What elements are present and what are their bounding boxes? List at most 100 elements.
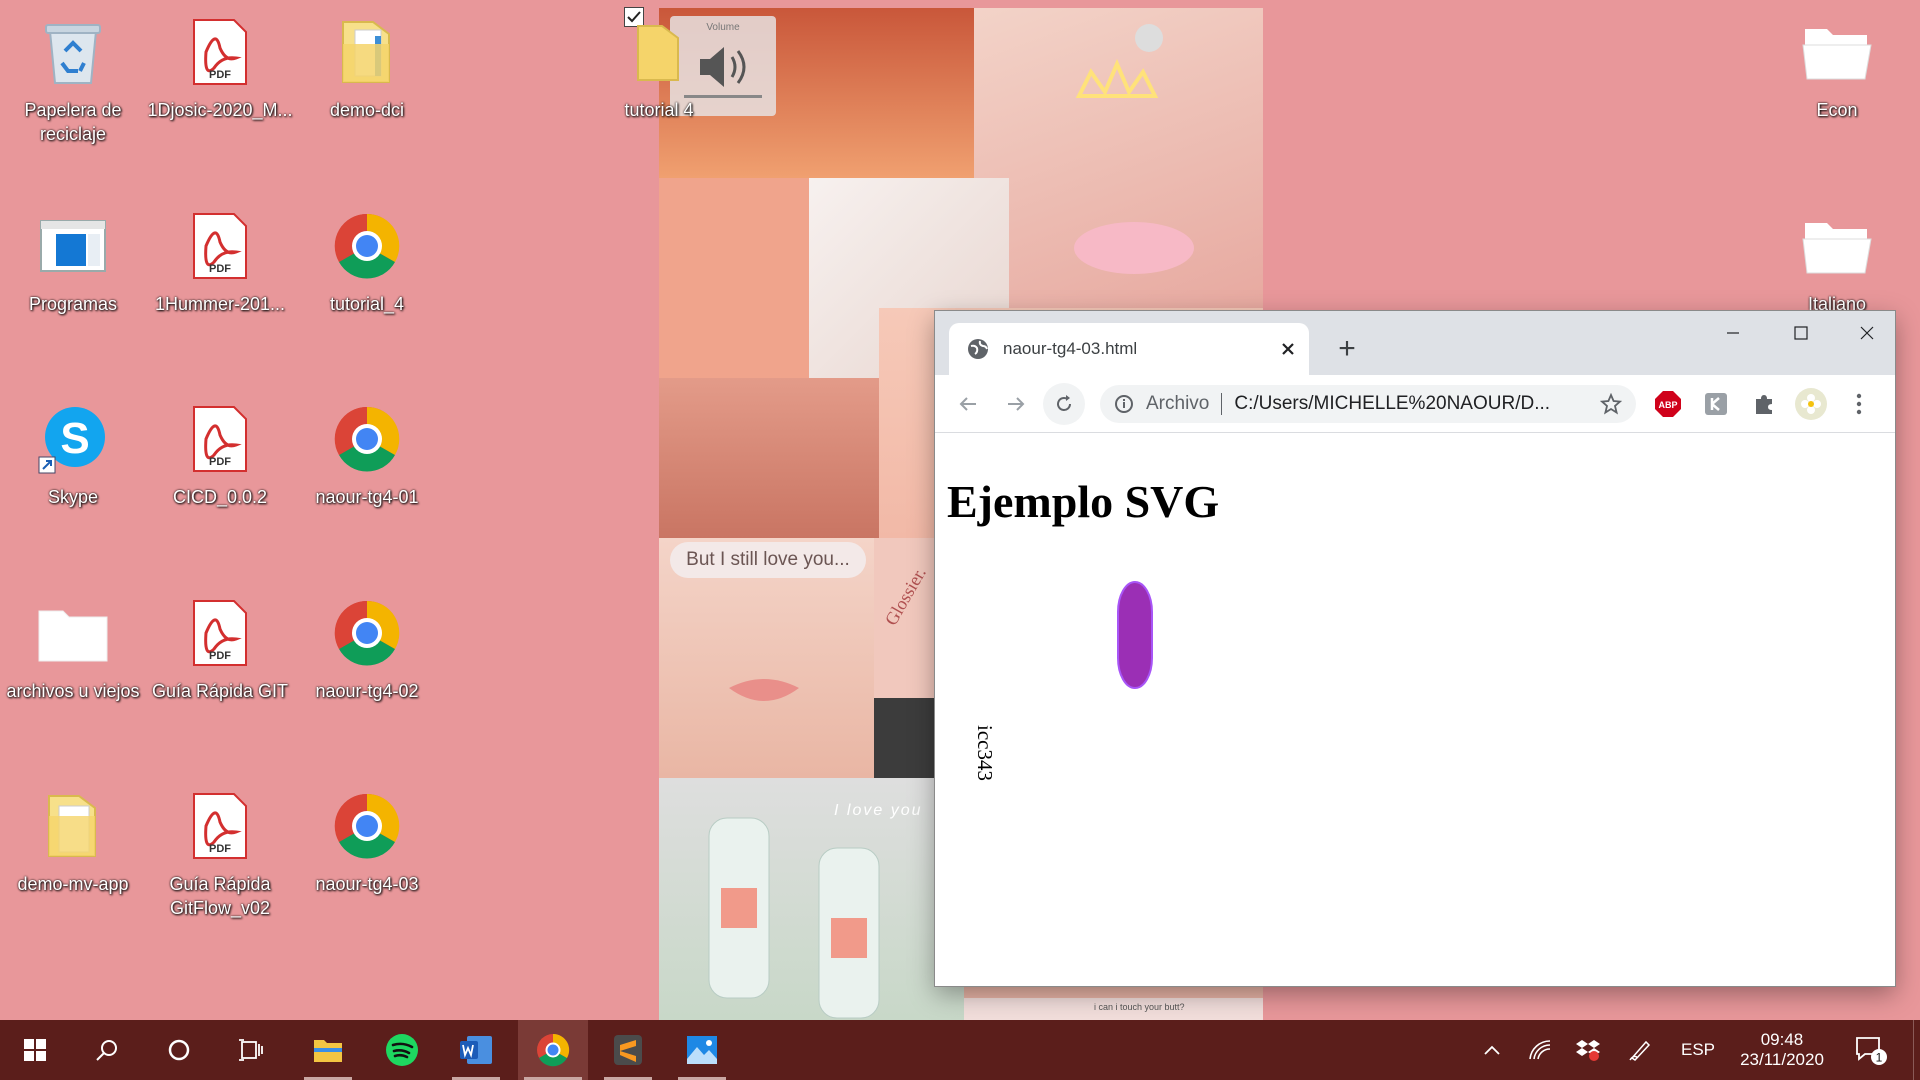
desktop-icon-label: Guía Rápida GitFlow_v02 (169, 874, 271, 918)
pen-icon (1629, 1040, 1651, 1061)
desktop-icon-label: tutorial 4 (624, 100, 694, 120)
cortana-button[interactable] (144, 1020, 214, 1080)
star-icon[interactable] (1600, 393, 1622, 415)
desktop-icon-label: 1Hummer-201... (154, 294, 286, 314)
taskbar: ESP 09:48 23/11/2020 1 (0, 1020, 1920, 1080)
wallpaper-note-text: i can i touch your butt? (1094, 1002, 1185, 1012)
wallpaper-photo-text: I love you (834, 802, 923, 819)
search-button[interactable] (72, 1020, 142, 1080)
desktop-icon-label: Guía Rápida GIT (151, 681, 289, 701)
info-icon[interactable] (1114, 394, 1134, 414)
puzzle-icon (1756, 395, 1772, 414)
desktop-icon-tutorial-4-chrome[interactable]: tutorial_4 (292, 200, 442, 370)
address-bar[interactable]: Archivo C:/Users/MICHELLE%20NAOUR/D... (1100, 385, 1636, 423)
action-center-button[interactable]: 1 (1846, 1020, 1896, 1080)
desktop-icon-label: tutorial_4 (329, 294, 405, 314)
extension-button[interactable] (1702, 390, 1730, 418)
chevron-up-icon (1484, 1045, 1500, 1055)
tab-title: naour-tg4-03.html (1003, 339, 1138, 358)
svg-text:S: S (60, 414, 89, 463)
sublime-button[interactable] (598, 1020, 658, 1080)
dropbox-icon (1576, 1040, 1600, 1061)
desktop-icon-label: naour-tg4-01 (315, 487, 419, 507)
desktop-icon-recycle-bin[interactable]: Papelera de reciclaje (0, 6, 148, 176)
chrome-icon (327, 786, 407, 866)
word-button[interactable] (446, 1020, 506, 1080)
desktop-icon-tutorial-4-folder[interactable]: tutorial 4 (584, 6, 734, 176)
dropbox-tray-button[interactable] (1568, 1020, 1608, 1080)
wallpaper-room-tile (974, 8, 1263, 308)
photos-icon (687, 1036, 717, 1064)
desktop-icon-demo-mv-app[interactable]: demo-mv-app (0, 780, 148, 950)
folder-icon (619, 12, 699, 92)
photos-button[interactable] (672, 1020, 732, 1080)
file-explorer-button[interactable] (298, 1020, 358, 1080)
notification-count: 1 (1876, 1051, 1883, 1065)
close-window-button[interactable] (1839, 311, 1895, 355)
chrome-taskbar-button[interactable] (518, 1020, 588, 1080)
reload-icon (1057, 395, 1071, 411)
new-tab-button[interactable]: + (1327, 329, 1367, 369)
extensions-button[interactable] (1750, 390, 1778, 418)
desktop-icon-pdf-gitflow[interactable]: PDF Guía Rápida GitFlow_v02 (145, 780, 295, 950)
address-url: C:/Users/MICHELLE%20NAOUR/D... (1234, 393, 1551, 414)
crown-icon (1074, 24, 1194, 274)
desktop-icon-pdf-guia-git[interactable]: PDF Guía Rápida GIT (145, 587, 295, 757)
desktop-icon-pdf-hummer[interactable]: PDF 1Hummer-201... (145, 200, 295, 370)
back-button[interactable] (949, 385, 987, 423)
desktop-icon-naour-tg4-03[interactable]: naour-tg4-03 (292, 780, 442, 950)
rotated-svg-text: icc343 (973, 725, 997, 781)
pdf-icon: PDF (180, 593, 260, 673)
profile-avatar[interactable] (1795, 388, 1827, 420)
minimize-icon (1727, 332, 1739, 334)
maximize-button[interactable] (1773, 311, 1829, 355)
close-tab-icon[interactable] (1281, 342, 1295, 356)
desktop-icon-demo-dci[interactable]: demo-dci (292, 6, 442, 176)
desktop-icon-naour-tg4-02[interactable]: naour-tg4-02 (292, 587, 442, 757)
windows-icon (24, 1039, 46, 1061)
language-indicator[interactable]: ESP (1668, 1020, 1728, 1080)
chrome-icon (327, 399, 407, 479)
desktop-icon-archivos[interactable]: archivos u viejos (0, 587, 148, 757)
start-button[interactable] (0, 1020, 70, 1080)
spotify-button[interactable] (372, 1020, 432, 1080)
adblock-plus-button[interactable]: ABP (1654, 390, 1682, 418)
svg-text:PDF: PDF (209, 263, 231, 275)
desktop-icon-label: Skype (47, 487, 99, 507)
desktop-icon-label: archivos u viejos (6, 681, 140, 701)
show-hidden-icons-button[interactable] (1472, 1020, 1512, 1080)
clock[interactable]: 09:48 23/11/2020 (1730, 1020, 1834, 1080)
address-scheme: Archivo (1146, 393, 1210, 414)
browser-window: naour-tg4-03.html + Archivo C:/Users/MIC… (935, 311, 1895, 986)
svg-text:PDF: PDF (209, 69, 231, 81)
show-desktop-button[interactable] (1913, 1020, 1920, 1080)
desktop-icon-pdf-cicd[interactable]: PDF CICD_0.0.2 (145, 393, 295, 563)
pdf-icon: PDF (180, 206, 260, 286)
folder-icon (33, 593, 113, 673)
wallpaper-lipstick-text: Glossier. (880, 563, 930, 629)
desktop-icon-naour-tg4-01[interactable]: naour-tg4-01 (292, 393, 442, 563)
cortana-icon (168, 1039, 190, 1061)
desktop-icon-label: 1Djosic-2020_M... (147, 100, 293, 120)
clock-time: 09:48 (1760, 1030, 1804, 1049)
minimize-button[interactable] (1705, 311, 1761, 355)
folder-open-icon (1797, 206, 1877, 286)
sublime-icon (614, 1035, 642, 1065)
svg-text:PDF: PDF (209, 650, 231, 662)
menu-button[interactable] (1845, 390, 1873, 418)
network-button[interactable] (1520, 1020, 1560, 1080)
browser-tab[interactable]: naour-tg4-03.html (949, 323, 1309, 375)
desktop-icon-label: naour-tg4-02 (315, 681, 419, 701)
svg-rounded-shape (1117, 581, 1153, 689)
desktop-icon-skype[interactable]: S Skype (0, 393, 148, 563)
pen-workspace-button[interactable] (1620, 1020, 1660, 1080)
reload-button[interactable] (1043, 383, 1085, 425)
desktop-icon-econ[interactable]: Econ (1762, 6, 1912, 176)
maximize-icon (1794, 326, 1808, 340)
desktop-icon-label: Programas (28, 294, 118, 314)
forward-button[interactable] (997, 385, 1035, 423)
word-icon (460, 1036, 492, 1064)
desktop-icon-programas[interactable]: Programas (0, 200, 148, 370)
task-view-button[interactable] (216, 1020, 286, 1080)
desktop-icon-pdf-djosic[interactable]: PDF 1Djosic-2020_M... (145, 6, 295, 176)
